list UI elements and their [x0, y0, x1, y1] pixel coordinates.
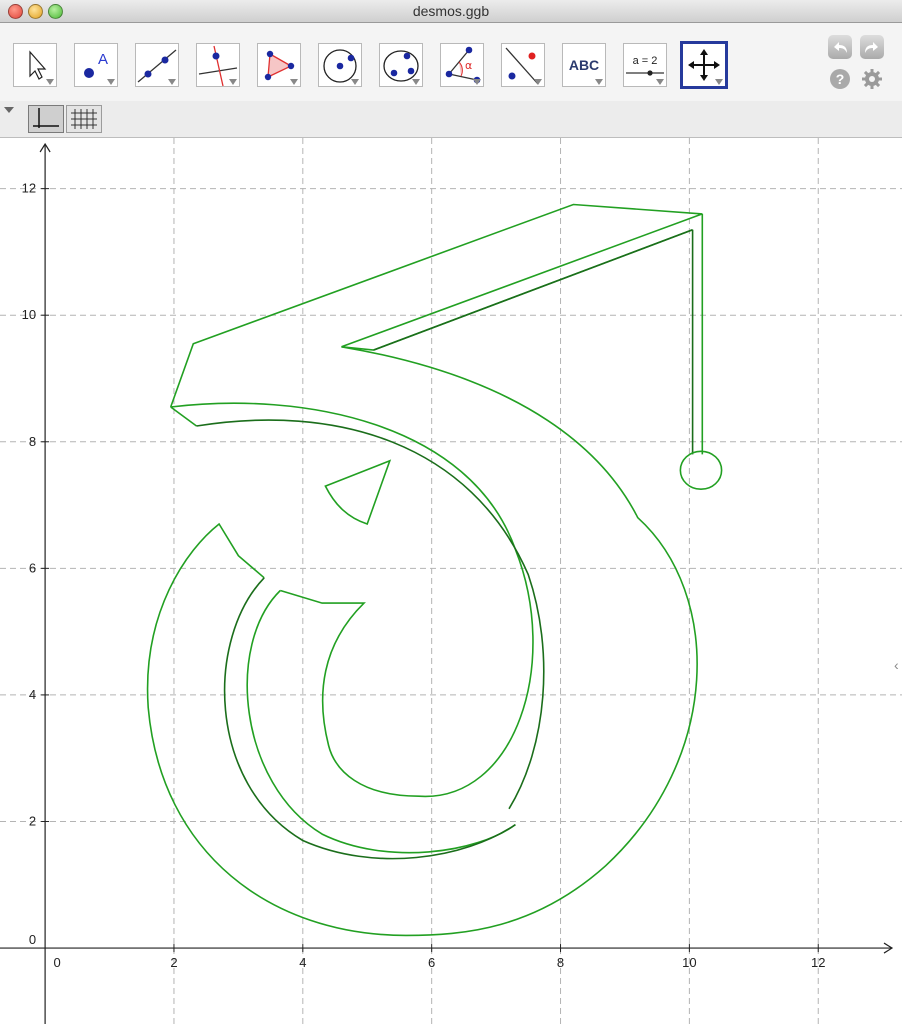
y-tick-label: 4 [29, 687, 36, 702]
slider-tool-label: a = 2 [633, 55, 658, 67]
gear-icon [862, 69, 882, 89]
toolbar: A α ABC a = 2 ? [0, 23, 902, 102]
grid-icon [71, 109, 97, 129]
side-panel-handle[interactable]: ‹ [894, 653, 902, 677]
point-label-text: A [98, 51, 108, 68]
perpendicular-line-tool-button[interactable] [196, 43, 240, 87]
y-tick-label: 0 [29, 932, 36, 947]
angle-label-text: α [465, 59, 472, 72]
drawing-objects [146, 203, 723, 937]
point-tool-button[interactable]: A [74, 43, 118, 87]
tassel-end [679, 450, 723, 491]
wedge-shape [324, 459, 392, 526]
cap-top-outline [169, 203, 703, 408]
x-tick-label: 12 [811, 955, 825, 970]
circle-tool-button[interactable] [318, 43, 362, 87]
move-tool-button[interactable] [13, 43, 57, 87]
y-tick-label: 12 [22, 181, 36, 196]
show-grid-button[interactable] [66, 105, 102, 133]
undo-button[interactable] [828, 35, 852, 59]
graphics-canvas[interactable]: 0 2 4 6 8 10 12 0 2 4 6 8 10 12 [0, 138, 902, 1024]
text-tool-button[interactable]: ABC [562, 43, 606, 87]
polygon-tool-button[interactable] [257, 43, 301, 87]
y-tick-label: 6 [29, 560, 36, 575]
axes-icon [33, 108, 59, 128]
show-axes-button[interactable] [28, 105, 64, 133]
move-graphics-view-tool-button[interactable] [680, 41, 728, 89]
x-tick-label: 4 [299, 955, 306, 970]
redo-button[interactable] [860, 35, 884, 59]
line-tool-button[interactable] [135, 43, 179, 87]
x-tick-label: 8 [557, 955, 564, 970]
window-titlebar: desmos.ggb [0, 0, 902, 23]
angle-tool-button[interactable]: α [440, 43, 484, 87]
bottom-hook-shadow [223, 577, 516, 860]
slider-tool-button[interactable]: a = 2 [623, 43, 667, 87]
coordinate-axes [0, 142, 894, 1024]
settings-button[interactable] [861, 68, 883, 90]
bottom-hook-outer [246, 589, 516, 854]
x-tick-label: 6 [428, 955, 435, 970]
x-tick-label: 2 [170, 955, 177, 970]
reflect-tool-button[interactable] [501, 43, 545, 87]
inner-arch [170, 402, 534, 798]
y-tick-label: 8 [29, 434, 36, 449]
x-tick-label: 10 [682, 955, 696, 970]
graphics-view[interactable]: 0 2 4 6 8 10 12 0 2 4 6 8 10 12 ‹ [0, 138, 902, 1024]
cap-corner-edge [170, 406, 197, 427]
cap-inner-edge [373, 229, 693, 351]
help-button[interactable]: ? [830, 69, 850, 89]
coordinate-grid [0, 138, 902, 1024]
undo-icon [834, 42, 847, 53]
y-tick-label: 2 [29, 813, 36, 828]
outer-curve [146, 346, 698, 937]
window-title: desmos.ggb [412, 3, 490, 19]
stylebar-toggle-icon[interactable] [4, 107, 14, 113]
y-tick-label: 10 [22, 307, 36, 322]
conic-tool-button[interactable] [379, 43, 423, 87]
style-bar [0, 101, 902, 138]
text-tool-label: ABC [569, 57, 599, 73]
inner-arch-shadow [196, 419, 545, 810]
x-tick-label: 0 [53, 955, 60, 970]
redo-icon [865, 42, 878, 53]
